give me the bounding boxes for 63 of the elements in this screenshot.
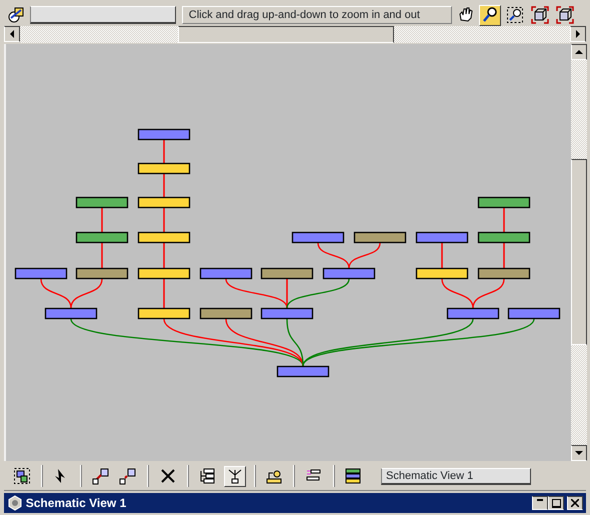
schematic-node[interactable] [508, 308, 560, 320]
window-title: Schematic View 1 [26, 495, 128, 512]
app-icon [7, 495, 23, 511]
extents-cube-icon [530, 6, 549, 24]
up-arrow-icon [575, 49, 583, 55]
schematic-node[interactable] [138, 308, 190, 320]
schematic-node[interactable] [76, 268, 128, 280]
link-icon [92, 467, 110, 485]
delete-icon [158, 467, 177, 485]
close-icon [571, 499, 579, 507]
scroll-thumb[interactable] [178, 26, 394, 43]
scroll-right-button[interactable] [570, 26, 586, 42]
view-tool-button[interactable] [528, 4, 551, 26]
display-icon [12, 467, 31, 485]
schematic-node[interactable] [260, 268, 314, 280]
schematic-node[interactable] [76, 232, 128, 244]
schematic-node[interactable] [138, 162, 190, 174]
magnifier-icon [481, 6, 500, 24]
left-arrow-icon [9, 30, 15, 38]
view-tool-button[interactable] [504, 4, 526, 26]
schematic-node[interactable] [416, 232, 468, 244]
close-button[interactable] [567, 496, 583, 510]
scroll-left-button[interactable] [4, 26, 20, 42]
hierarchy-icon [198, 467, 216, 485]
schematic-node[interactable] [446, 308, 500, 320]
schematic-node[interactable] [292, 232, 344, 244]
maximize-icon [552, 498, 561, 508]
schematic-node[interactable] [416, 268, 468, 280]
minimize-button[interactable] [532, 496, 548, 510]
maximize-button[interactable] [548, 496, 564, 510]
toolbar-button[interactable] [224, 466, 246, 486]
list-icon [344, 467, 362, 485]
schematic-node[interactable] [138, 196, 190, 208]
schematic-node[interactable] [44, 308, 98, 320]
schematic-node[interactable] [200, 268, 252, 280]
down-arrow-icon [575, 450, 583, 456]
scroll-down-button[interactable] [571, 445, 587, 461]
schematic-node[interactable] [478, 196, 530, 208]
schematic-node[interactable] [276, 366, 330, 378]
scroll-thumb[interactable] [571, 159, 587, 345]
schematic-node[interactable] [14, 268, 68, 280]
schematic-node[interactable] [138, 268, 190, 280]
prompt-field: Click and drag up-and-down to zoom in and out [182, 6, 452, 24]
schematic-node[interactable] [260, 308, 314, 320]
schematic-node[interactable] [354, 232, 406, 244]
schematic-node[interactable] [322, 268, 376, 280]
hand-icon [456, 6, 474, 24]
unlink-icon [119, 467, 138, 485]
schematic-icon [6, 6, 25, 24]
view-tool-button[interactable] [479, 4, 502, 26]
schematic-node[interactable] [478, 268, 530, 280]
view-name-field[interactable]: Schematic View 1 [381, 468, 531, 484]
schematic-node[interactable] [200, 308, 252, 320]
scroll-up-button[interactable] [571, 44, 587, 60]
view-tool-button[interactable] [554, 4, 576, 26]
schematic-node[interactable] [138, 128, 190, 140]
schematic-node[interactable] [138, 232, 190, 244]
right-arrow-icon [575, 30, 581, 38]
schematic-node[interactable] [76, 196, 128, 208]
extents-cube-icon [556, 6, 574, 24]
input-field[interactable] [30, 6, 176, 24]
schematic-node[interactable] [478, 232, 530, 244]
region-zoom-icon [506, 6, 524, 24]
